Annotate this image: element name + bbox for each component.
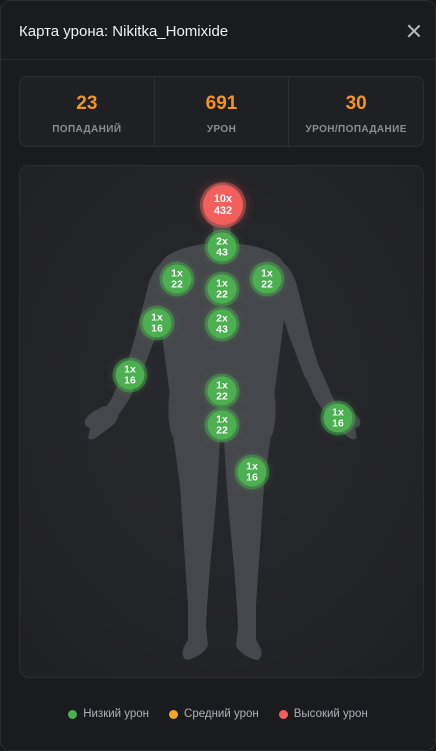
legend-dot-low — [68, 709, 78, 719]
legend-label-medium: Средний урон — [184, 708, 259, 720]
hit-marker-right-hand[interactable]: 1x 16 — [323, 403, 353, 433]
body-hit-map: 10x 432 2x 43 1x 22 1x 22 1x 22 1x 16 2x… — [19, 165, 424, 678]
hit-marker-left-shoulder[interactable]: 1x 22 — [162, 264, 192, 294]
legend-item-high: Высокий урон — [278, 708, 368, 720]
damage-map-modal: Карта урона: Nikitka_Homixide 23 ПОПАДАН… — [0, 0, 436, 751]
stat-hits-value: 23 — [76, 93, 98, 114]
hit-count: 1x — [216, 413, 228, 425]
hit-marker-left-upper-arm[interactable]: 1x 16 — [142, 308, 172, 338]
hit-marker-right-shoulder[interactable]: 1x 22 — [252, 264, 282, 294]
hit-count: 1x — [216, 379, 228, 391]
stat-hits-label: ПОПАДАНИЙ — [52, 124, 122, 135]
hit-count: 1x — [216, 277, 228, 289]
hit-damage: 16 — [124, 374, 136, 386]
hit-damage: 22 — [261, 278, 273, 290]
hit-damage: 43 — [216, 246, 228, 258]
hit-damage: 16 — [332, 417, 344, 429]
hit-damage: 22 — [216, 424, 228, 436]
legend-item-medium: Средний урон — [169, 708, 259, 720]
hit-damage: 43 — [216, 323, 228, 335]
hit-count: 1x — [246, 460, 258, 472]
legend-dot-medium — [169, 709, 179, 719]
hit-damage: 22 — [216, 390, 228, 402]
stats-panel: 23 ПОПАДАНИЙ 691 УРОН 30 УРОН/ПОПАДАНИЕ — [19, 76, 424, 147]
hit-count: 2x — [216, 312, 228, 324]
stat-damage-per-hit: 30 УРОН/ПОПАДАНИЕ — [288, 77, 423, 146]
hit-marker-chest[interactable]: 1x 22 — [207, 274, 237, 304]
hit-damage: 16 — [151, 322, 163, 334]
stat-damage-value: 691 — [205, 93, 238, 114]
hit-count: 1x — [261, 267, 273, 279]
legend-label-low: Низкий урон — [83, 708, 150, 720]
stat-damage: 691 УРОН — [153, 77, 289, 146]
hit-count: 1x — [332, 406, 344, 418]
hit-marker-pelvis[interactable]: 1x 22 — [207, 410, 237, 440]
stat-damage-label: УРОН — [206, 124, 237, 135]
modal-title: Карта урона: Nikitka_Homixide — [19, 23, 229, 40]
hit-marker-neck[interactable]: 2x 43 — [207, 232, 237, 262]
legend-dot-high — [278, 709, 288, 719]
hit-damage: 22 — [216, 288, 228, 300]
hit-count: 1x — [151, 311, 163, 323]
hit-marker-right-thigh[interactable]: 1x 16 — [237, 457, 267, 487]
hit-damage: 432 — [213, 205, 233, 217]
hit-damage: 16 — [246, 471, 258, 483]
stat-dph-value: 30 — [345, 93, 367, 114]
stat-hits: 23 ПОПАДАНИЙ — [20, 77, 154, 146]
legend-label-high: Высокий урон — [293, 708, 368, 720]
modal-header: Карта урона: Nikitka_Homixide — [1, 1, 435, 60]
hit-marker-head[interactable]: 10x 432 — [203, 185, 243, 225]
hit-marker-left-forearm[interactable]: 1x 16 — [115, 360, 145, 390]
hit-count: 2x — [216, 235, 228, 247]
legend-item-low: Низкий урон — [68, 708, 149, 720]
hit-count: 1x — [171, 267, 183, 279]
hit-marker-stomach[interactable]: 1x 22 — [207, 376, 237, 406]
hit-damage: 22 — [171, 278, 183, 290]
hit-marker-upper-torso[interactable]: 2x 43 — [207, 309, 237, 339]
damage-legend: Низкий урон Средний урон Высокий урон — [1, 708, 435, 720]
hit-count: 10x — [213, 193, 233, 205]
close-icon[interactable] — [405, 22, 423, 40]
hit-count: 1x — [124, 363, 136, 375]
stat-dph-label: УРОН/ПОПАДАНИЕ — [305, 124, 407, 135]
